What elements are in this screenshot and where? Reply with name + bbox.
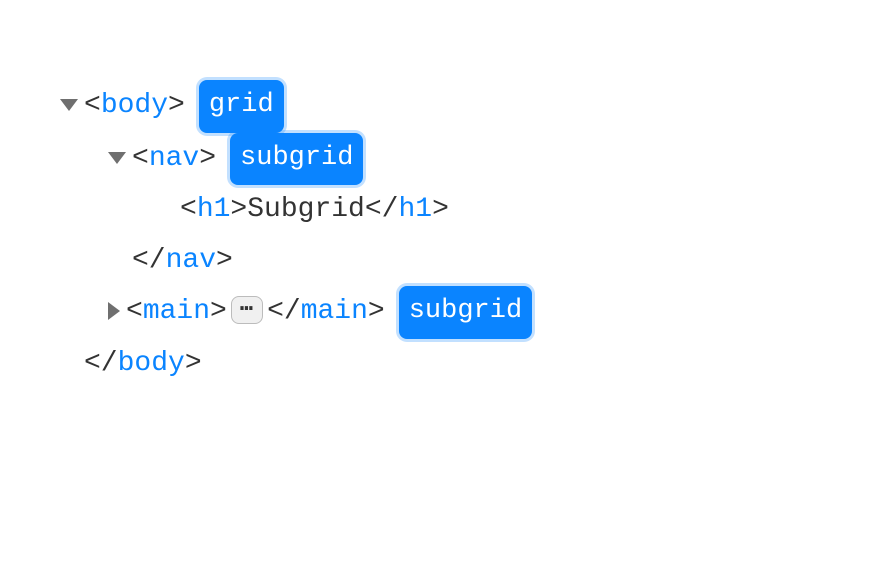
tag-name-main-close: main xyxy=(301,287,368,337)
angle-bracket: > xyxy=(216,236,233,286)
tag-name-body-close: body xyxy=(118,339,185,389)
text-content-h1: Subgrid xyxy=(247,185,365,235)
disclosure-triangle-down-icon[interactable] xyxy=(60,99,78,111)
angle-bracket: < xyxy=(84,81,101,131)
tree-row-h1[interactable]: <h1>Subgrid</h1> xyxy=(60,185,846,235)
angle-bracket: </ xyxy=(365,185,399,235)
disclosure-triangle-down-icon[interactable] xyxy=(108,152,126,164)
tree-row-body-open[interactable]: <body> grid xyxy=(60,80,846,133)
tag-name-body: body xyxy=(101,81,168,131)
tag-name-nav-close: nav xyxy=(166,236,216,286)
tree-row-body-close[interactable]: </body> xyxy=(60,339,846,389)
angle-bracket: </ xyxy=(132,236,166,286)
tree-row-main[interactable]: <main>⋯</main> subgrid xyxy=(60,286,846,339)
tag-name-h1-close: h1 xyxy=(398,185,432,235)
tree-row-nav-close[interactable]: </nav> xyxy=(60,236,846,286)
angle-bracket: > xyxy=(368,287,385,337)
angle-bracket: > xyxy=(210,287,227,337)
ellipsis-icon[interactable]: ⋯ xyxy=(231,296,263,324)
tag-name-nav: nav xyxy=(149,134,199,184)
angle-bracket: > xyxy=(230,185,247,235)
layout-badge-subgrid[interactable]: subgrid xyxy=(399,286,532,339)
tag-name-h1-open: h1 xyxy=(197,185,231,235)
angle-bracket: < xyxy=(132,134,149,184)
disclosure-triangle-right-icon[interactable] xyxy=(108,302,120,320)
angle-bracket: > xyxy=(199,134,216,184)
angle-bracket: < xyxy=(126,287,143,337)
tag-name-main-open: main xyxy=(143,287,210,337)
angle-bracket: </ xyxy=(84,339,118,389)
tree-row-nav-open[interactable]: <nav> subgrid xyxy=(60,133,846,186)
layout-badge-subgrid[interactable]: subgrid xyxy=(230,133,363,186)
angle-bracket: < xyxy=(180,185,197,235)
angle-bracket: </ xyxy=(267,287,301,337)
layout-badge-grid[interactable]: grid xyxy=(199,80,284,133)
angle-bracket: > xyxy=(168,81,185,131)
angle-bracket: > xyxy=(432,185,449,235)
angle-bracket: > xyxy=(185,339,202,389)
